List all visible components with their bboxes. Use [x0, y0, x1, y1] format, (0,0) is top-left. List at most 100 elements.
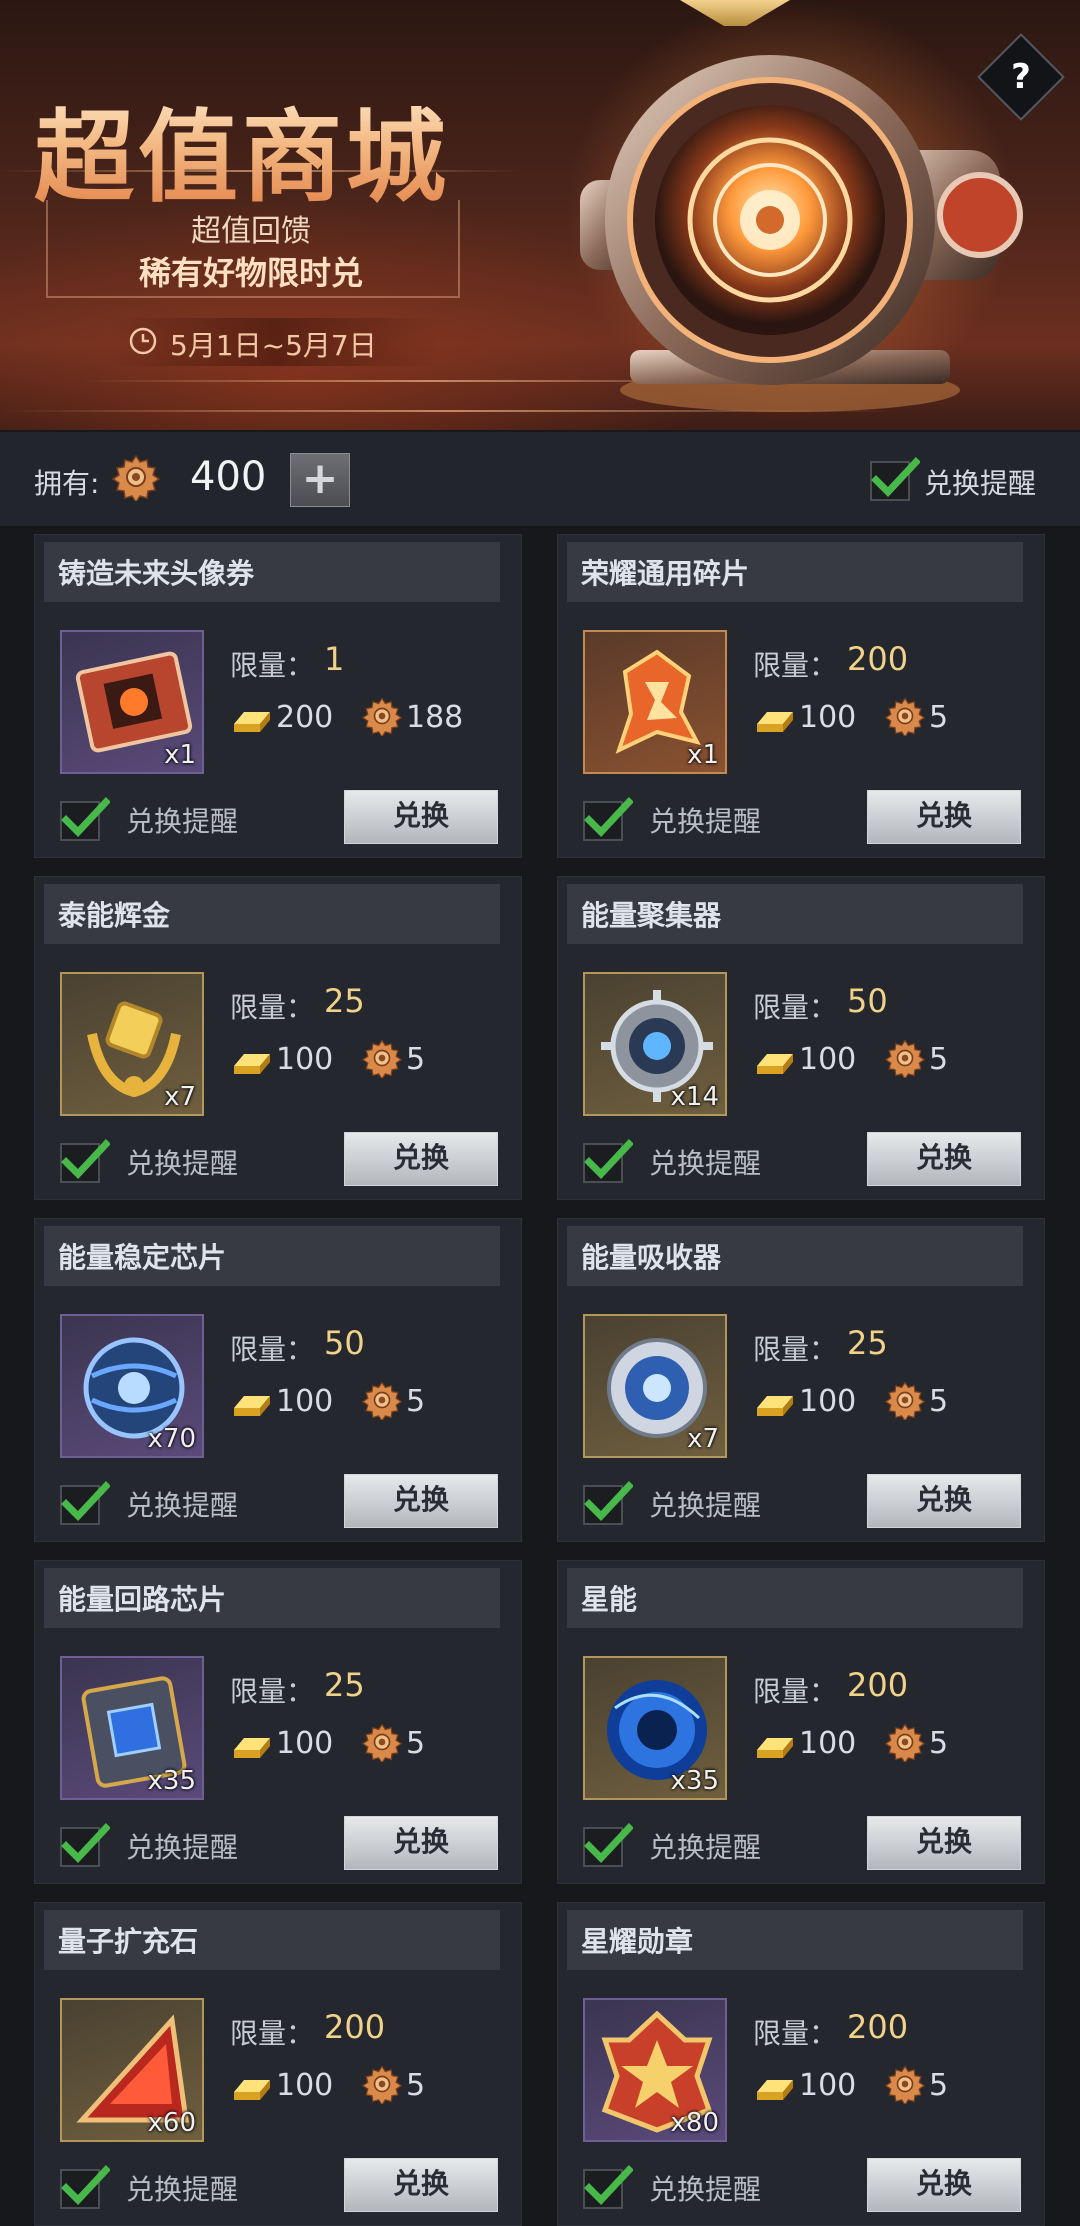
gear-price: 5: [929, 2068, 949, 2103]
exchange-button[interactable]: 兑换: [867, 1474, 1021, 1528]
shop-banner: ? 超值商城 超值回馈 稀有好物限时兑 5月1日~5月7日: [0, 0, 1080, 430]
item-card: 能量吸收器 x7 限量： 25 100 5 兑换提醒 兑换: [557, 1218, 1045, 1542]
item-thumbnail[interactable]: x7: [60, 972, 204, 1116]
own-label: 拥有:: [34, 467, 100, 500]
exchange-button[interactable]: 兑换: [344, 790, 498, 844]
item-thumbnail[interactable]: x35: [60, 1656, 204, 1800]
remind-label: 兑换提醒: [649, 1489, 762, 1522]
gold-bar-icon: [757, 1738, 793, 1758]
limit-label: 限量：: [753, 991, 838, 1024]
clock-icon: [129, 327, 157, 355]
gold-price: 100: [799, 1726, 857, 1761]
limit-label: 限量：: [753, 2017, 838, 2050]
remind-checkbox[interactable]: [60, 2164, 110, 2210]
limit-label: 限量：: [753, 649, 838, 682]
remind-label: 兑换提醒: [126, 1489, 239, 1522]
limit-label: 限量：: [753, 1333, 838, 1366]
question-icon: ?: [1011, 57, 1031, 97]
gold-bar-icon: [234, 1054, 270, 1074]
remind-checkbox[interactable]: [583, 796, 633, 842]
banner-subtitle: 超值回馈: [191, 214, 311, 249]
item-thumbnail[interactable]: x7: [583, 1314, 727, 1458]
remind-checkbox[interactable]: [60, 1822, 110, 1868]
gear-token-icon: [362, 1381, 402, 1420]
remind-label: 兑换提醒: [649, 1831, 762, 1864]
exchange-button[interactable]: 兑换: [867, 2158, 1021, 2212]
remind-label: 兑换提醒: [126, 805, 239, 838]
remind-checkbox[interactable]: [583, 1138, 633, 1184]
gold-bar-icon: [757, 712, 793, 732]
gear-price: 5: [929, 1384, 949, 1419]
exchange-label: 兑换: [392, 1825, 449, 1858]
item-thumbnail[interactable]: x1: [583, 630, 727, 774]
gear-token-icon: [362, 697, 402, 736]
item-quantity: x60: [147, 2108, 196, 2138]
gold-price: 100: [799, 1384, 857, 1419]
remind-all-checkbox[interactable]: [870, 456, 920, 502]
gold-bar-icon: [234, 2080, 270, 2100]
gold-price: 200: [276, 700, 334, 735]
item-thumbnail[interactable]: x80: [583, 1998, 727, 2142]
limit-value: 200: [324, 2008, 386, 2046]
item-card: 能量稳定芯片 x70 限量： 50 100 5 兑换提醒 兑换: [34, 1218, 522, 1542]
item-thumbnail[interactable]: x60: [60, 1998, 204, 2142]
limit-value: 200: [847, 640, 909, 678]
item-thumbnail[interactable]: x1: [60, 630, 204, 774]
limit-value: 200: [847, 2008, 909, 2046]
exchange-label: 兑换: [915, 799, 972, 832]
gold-price: 100: [276, 1726, 334, 1761]
limit-value: 25: [324, 1666, 365, 1704]
add-currency-button[interactable]: +: [290, 453, 350, 507]
gold-bar-icon: [234, 1738, 270, 1758]
item-name: 星能: [581, 1583, 638, 1616]
gear-token-icon: [362, 2065, 402, 2104]
gear-price: 188: [406, 700, 464, 735]
item-thumbnail[interactable]: x35: [583, 1656, 727, 1800]
remind-checkbox[interactable]: [60, 796, 110, 842]
remind-label: 兑换提醒: [649, 805, 762, 838]
item-card: 星耀勋章 x80 限量： 200 100 5 兑换提醒 兑换: [557, 1902, 1045, 2226]
remind-checkbox[interactable]: [60, 1480, 110, 1526]
item-name: 星耀勋章: [581, 1925, 694, 1958]
limit-value: 25: [324, 982, 365, 1020]
exchange-button[interactable]: 兑换: [867, 1816, 1021, 1870]
exchange-button[interactable]: 兑换: [867, 1132, 1021, 1186]
limit-value: 200: [847, 1666, 909, 1704]
remind-checkbox[interactable]: [583, 1822, 633, 1868]
remind-checkbox[interactable]: [60, 1138, 110, 1184]
limit-value: 1: [324, 640, 345, 678]
remind-label: 兑换提醒: [649, 1147, 762, 1180]
item-card: 铸造未来头像券 x1 限量： 1 200 188 兑换提醒 兑换: [34, 534, 522, 858]
item-card: 能量回路芯片 x35 限量： 25 100 5 兑换提醒 兑换: [34, 1560, 522, 1884]
limit-value: 25: [847, 1324, 888, 1362]
gold-bar-icon: [234, 712, 270, 732]
exchange-button[interactable]: 兑换: [867, 790, 1021, 844]
limit-value: 50: [324, 1324, 365, 1362]
exchange-button[interactable]: 兑换: [344, 1132, 498, 1186]
item-name: 能量回路芯片: [58, 1583, 227, 1616]
remind-checkbox[interactable]: [583, 1480, 633, 1526]
gear-token-icon: [362, 1039, 402, 1078]
gold-price: 100: [799, 700, 857, 735]
limit-label: 限量：: [230, 1675, 315, 1708]
remind-label: 兑换提醒: [649, 2173, 762, 2206]
gear-price: 5: [406, 1726, 426, 1761]
item-thumbnail[interactable]: x70: [60, 1314, 204, 1458]
item-quantity: x1: [164, 740, 196, 770]
exchange-label: 兑换: [915, 1825, 972, 1858]
gear-token-icon: [885, 1381, 925, 1420]
banner-tagline: 稀有好物限时兑: [138, 254, 363, 292]
gear-price: 5: [406, 1384, 426, 1419]
item-name: 铸造未来头像券: [58, 557, 255, 590]
gold-bar-icon: [757, 2080, 793, 2100]
exchange-button[interactable]: 兑换: [344, 2158, 498, 2212]
item-card: 荣耀通用碎片 x1 限量： 200 100 5 兑换提醒 兑换: [557, 534, 1045, 858]
item-quantity: x7: [164, 1082, 196, 1112]
exchange-button[interactable]: 兑换: [344, 1816, 498, 1870]
exchange-button[interactable]: 兑换: [344, 1474, 498, 1528]
item-name: 泰能辉金: [58, 899, 171, 932]
remind-checkbox[interactable]: [583, 2164, 633, 2210]
plus-icon: +: [301, 453, 339, 504]
remind-label: 兑换提醒: [126, 1831, 239, 1864]
item-thumbnail[interactable]: x14: [583, 972, 727, 1116]
